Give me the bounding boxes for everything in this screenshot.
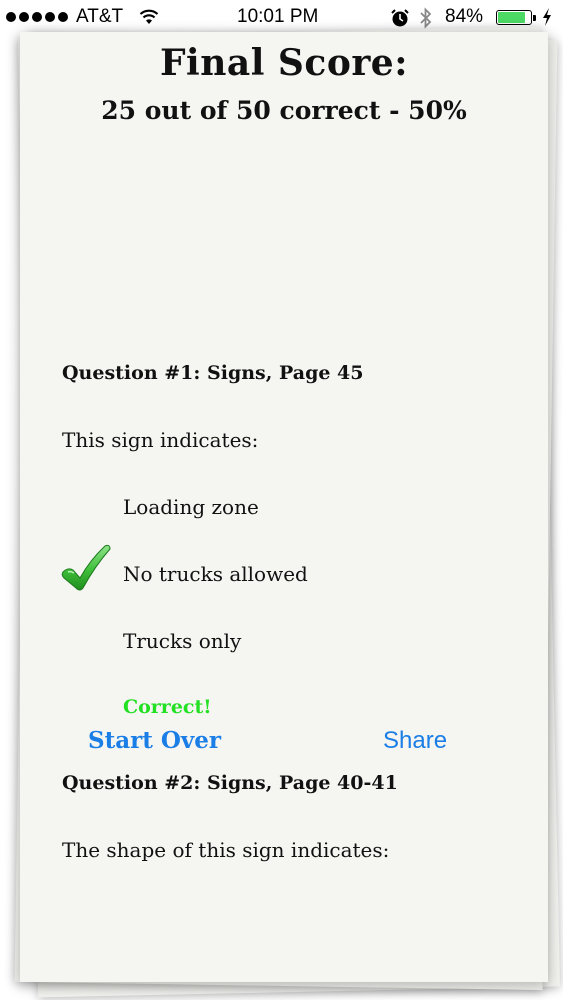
share-button[interactable]: Share xyxy=(383,727,447,755)
alarm-icon xyxy=(391,9,409,27)
answer-option-selected[interactable]: No trucks allowed xyxy=(123,562,308,586)
question-header: Question #1: Signs, Page 45 xyxy=(62,362,364,384)
start-over-button[interactable]: Start Over xyxy=(88,727,221,754)
question-text: The shape of this sign indicates: xyxy=(62,838,390,862)
question-text: This sign indicates: xyxy=(62,428,259,452)
result-correct-label: Correct! xyxy=(123,696,212,718)
results-sheet: Final Score: 25 out of 50 correct - 50% … xyxy=(20,32,548,982)
question-header: Question #2: Signs, Page 40-41 xyxy=(62,772,398,794)
battery-percent: 84% xyxy=(445,6,484,27)
bluetooth-icon xyxy=(420,7,432,29)
battery-icon xyxy=(496,10,536,25)
signal-icon xyxy=(6,12,68,22)
answer-option[interactable]: Trucks only xyxy=(123,629,241,653)
charging-icon xyxy=(543,8,551,26)
checkmark-icon xyxy=(61,544,111,591)
wifi-icon xyxy=(139,9,159,24)
carrier-label: AT&T xyxy=(76,6,124,27)
clock: 10:01 PM xyxy=(237,6,319,27)
final-score-summary: 25 out of 50 correct - 50% xyxy=(101,96,467,125)
answer-option[interactable]: Loading zone xyxy=(123,495,259,519)
final-score-title: Final Score: xyxy=(159,42,409,84)
